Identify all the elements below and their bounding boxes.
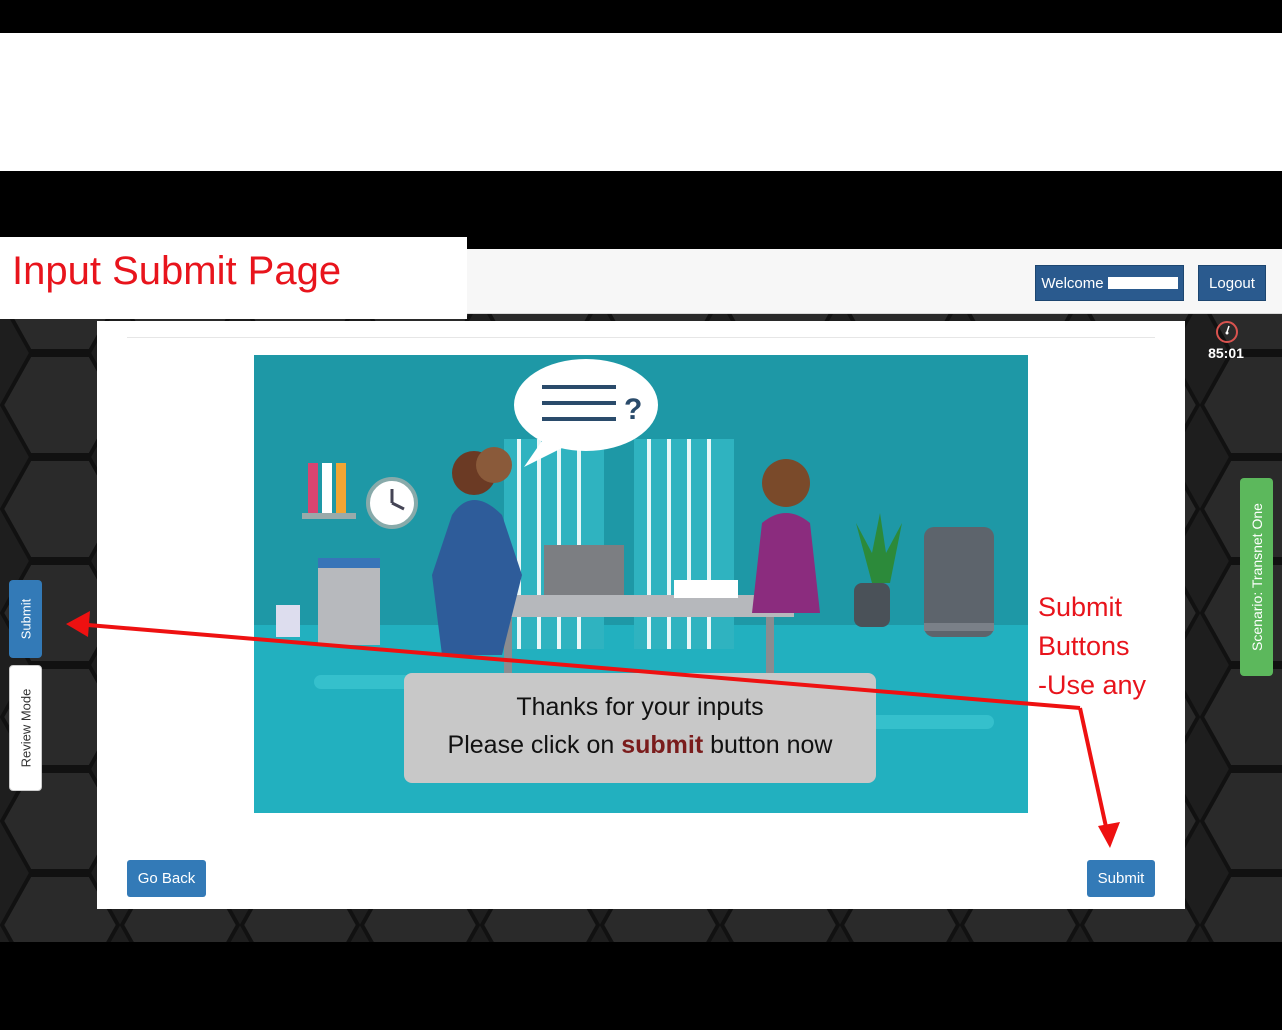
top-letterbox bbox=[0, 0, 1282, 33]
thanks-message-box: Thanks for your inputs Please click on s… bbox=[404, 673, 876, 783]
annotation-note: Submit Buttons -Use any bbox=[1038, 588, 1146, 705]
review-mode-tab[interactable]: Review Mode bbox=[9, 665, 42, 791]
side-submit-label: Submit bbox=[18, 598, 33, 640]
scenario-tab[interactable]: Scenario: Transnet One bbox=[1240, 478, 1273, 676]
timer-icon bbox=[1216, 321, 1238, 343]
review-mode-label: Review Mode bbox=[18, 688, 33, 768]
welcome-label: Welcome bbox=[1041, 274, 1104, 292]
side-submit-tab[interactable]: Submit bbox=[9, 580, 42, 658]
submit-button[interactable]: Submit bbox=[1087, 860, 1155, 897]
logout-button[interactable]: Logout bbox=[1198, 265, 1266, 301]
instruction-prefix: Please click on bbox=[447, 731, 622, 759]
annotation-note-line: Submit bbox=[1038, 592, 1123, 622]
bottom-letterbox bbox=[0, 942, 1282, 1030]
timer-value: 85:01 bbox=[1208, 345, 1244, 361]
content-card: ? Thanks for your inputs Please click on… bbox=[97, 321, 1185, 909]
annotation-note-line: Buttons bbox=[1038, 631, 1130, 661]
annotation-note-line: -Use any bbox=[1038, 670, 1147, 700]
scenario-label: Scenario: Transnet One bbox=[1248, 503, 1265, 651]
annotation-title-box: Input Submit Page bbox=[0, 237, 467, 319]
instruction-suffix: button now bbox=[703, 731, 833, 759]
card-divider bbox=[127, 337, 1155, 338]
meeting-illustration: ? Thanks for your inputs Please click on… bbox=[254, 355, 1028, 813]
redacted-username bbox=[1107, 277, 1178, 289]
go-back-button[interactable]: Go Back bbox=[127, 860, 206, 897]
instruction-line: Please click on submit button now bbox=[404, 731, 876, 760]
svg-text:?: ? bbox=[624, 393, 642, 426]
white-gap bbox=[0, 33, 1282, 171]
annotation-title: Input Submit Page bbox=[12, 249, 342, 293]
welcome-button[interactable]: Welcome bbox=[1035, 265, 1184, 301]
instruction-emphasis: submit bbox=[621, 731, 704, 759]
thanks-line: Thanks for your inputs bbox=[516, 693, 764, 721]
